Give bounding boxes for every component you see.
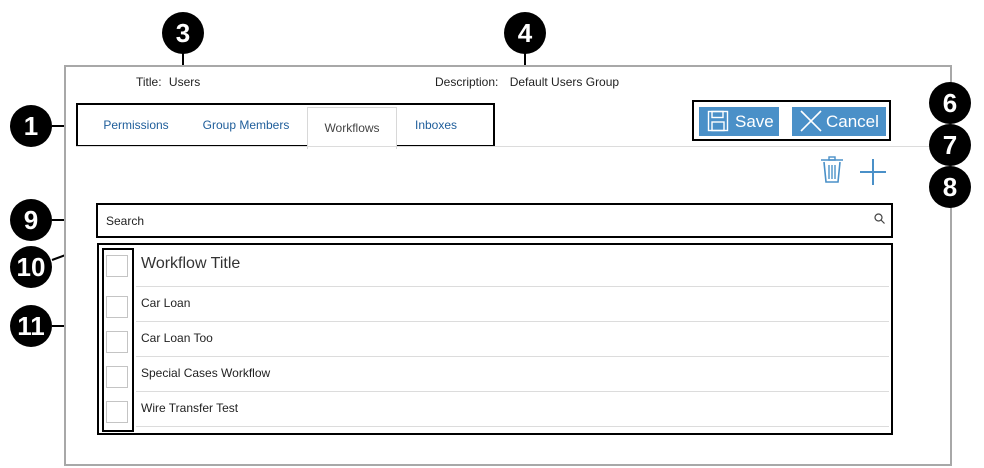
tab-workflows[interactable]: Workflows xyxy=(307,107,397,149)
list-item[interactable]: Wire Transfer Test xyxy=(141,401,238,415)
callout-1: 1 xyxy=(10,105,52,147)
cancel-label: Cancel xyxy=(826,112,879,131)
action-buttons: Save Cancel xyxy=(692,100,891,141)
close-icon xyxy=(800,110,822,132)
save-icon xyxy=(707,110,729,132)
callout-8: 8 xyxy=(929,166,971,208)
row-checkbox[interactable] xyxy=(106,366,128,388)
tab-inboxes[interactable]: Inboxes xyxy=(403,105,469,145)
list-header: Workflow Title xyxy=(141,255,241,272)
row-checkbox[interactable] xyxy=(106,331,128,353)
search-input[interactable] xyxy=(102,209,893,232)
select-all-checkbox[interactable] xyxy=(106,255,128,277)
list-item[interactable]: Special Cases Workflow xyxy=(141,366,270,380)
tab-divider xyxy=(76,146,936,147)
tab-group-members[interactable]: Group Members xyxy=(192,105,300,145)
row-divider xyxy=(136,356,889,357)
callout-11: 11 xyxy=(10,305,52,347)
save-label: Save xyxy=(735,112,774,131)
list-item[interactable]: Car Loan Too xyxy=(141,331,213,345)
description-value: Default Users Group xyxy=(509,75,620,89)
callout-6: 6 xyxy=(929,82,971,124)
tab-permissions[interactable]: Permissions xyxy=(90,105,182,145)
callout-4: 4 xyxy=(504,12,546,54)
plus-icon[interactable] xyxy=(859,158,887,186)
row-checkbox[interactable] xyxy=(106,296,128,318)
title-field: Title: Users xyxy=(136,75,200,89)
row-divider xyxy=(136,391,889,392)
row-divider xyxy=(136,286,889,287)
search-icon[interactable] xyxy=(874,213,885,224)
row-divider xyxy=(136,321,889,322)
title-value: Users xyxy=(168,75,201,89)
callout-9: 9 xyxy=(10,199,52,241)
trash-icon[interactable] xyxy=(820,156,844,184)
tab-bar: Permissions Group Members Workflows Inbo… xyxy=(76,103,495,149)
description-label: Description: xyxy=(435,75,499,89)
row-checkbox[interactable] xyxy=(106,401,128,423)
search-bar xyxy=(96,203,893,238)
description-field: Description: Default Users Group xyxy=(435,75,619,89)
callout-10: 10 xyxy=(10,246,52,288)
callout-3: 3 xyxy=(162,12,204,54)
cancel-button[interactable]: Cancel xyxy=(792,107,886,136)
callout-7: 7 xyxy=(929,124,971,166)
title-label: Title: xyxy=(136,75,162,89)
save-button[interactable]: Save xyxy=(699,107,779,136)
list-item[interactable]: Car Loan xyxy=(141,296,190,310)
row-divider xyxy=(136,426,889,427)
